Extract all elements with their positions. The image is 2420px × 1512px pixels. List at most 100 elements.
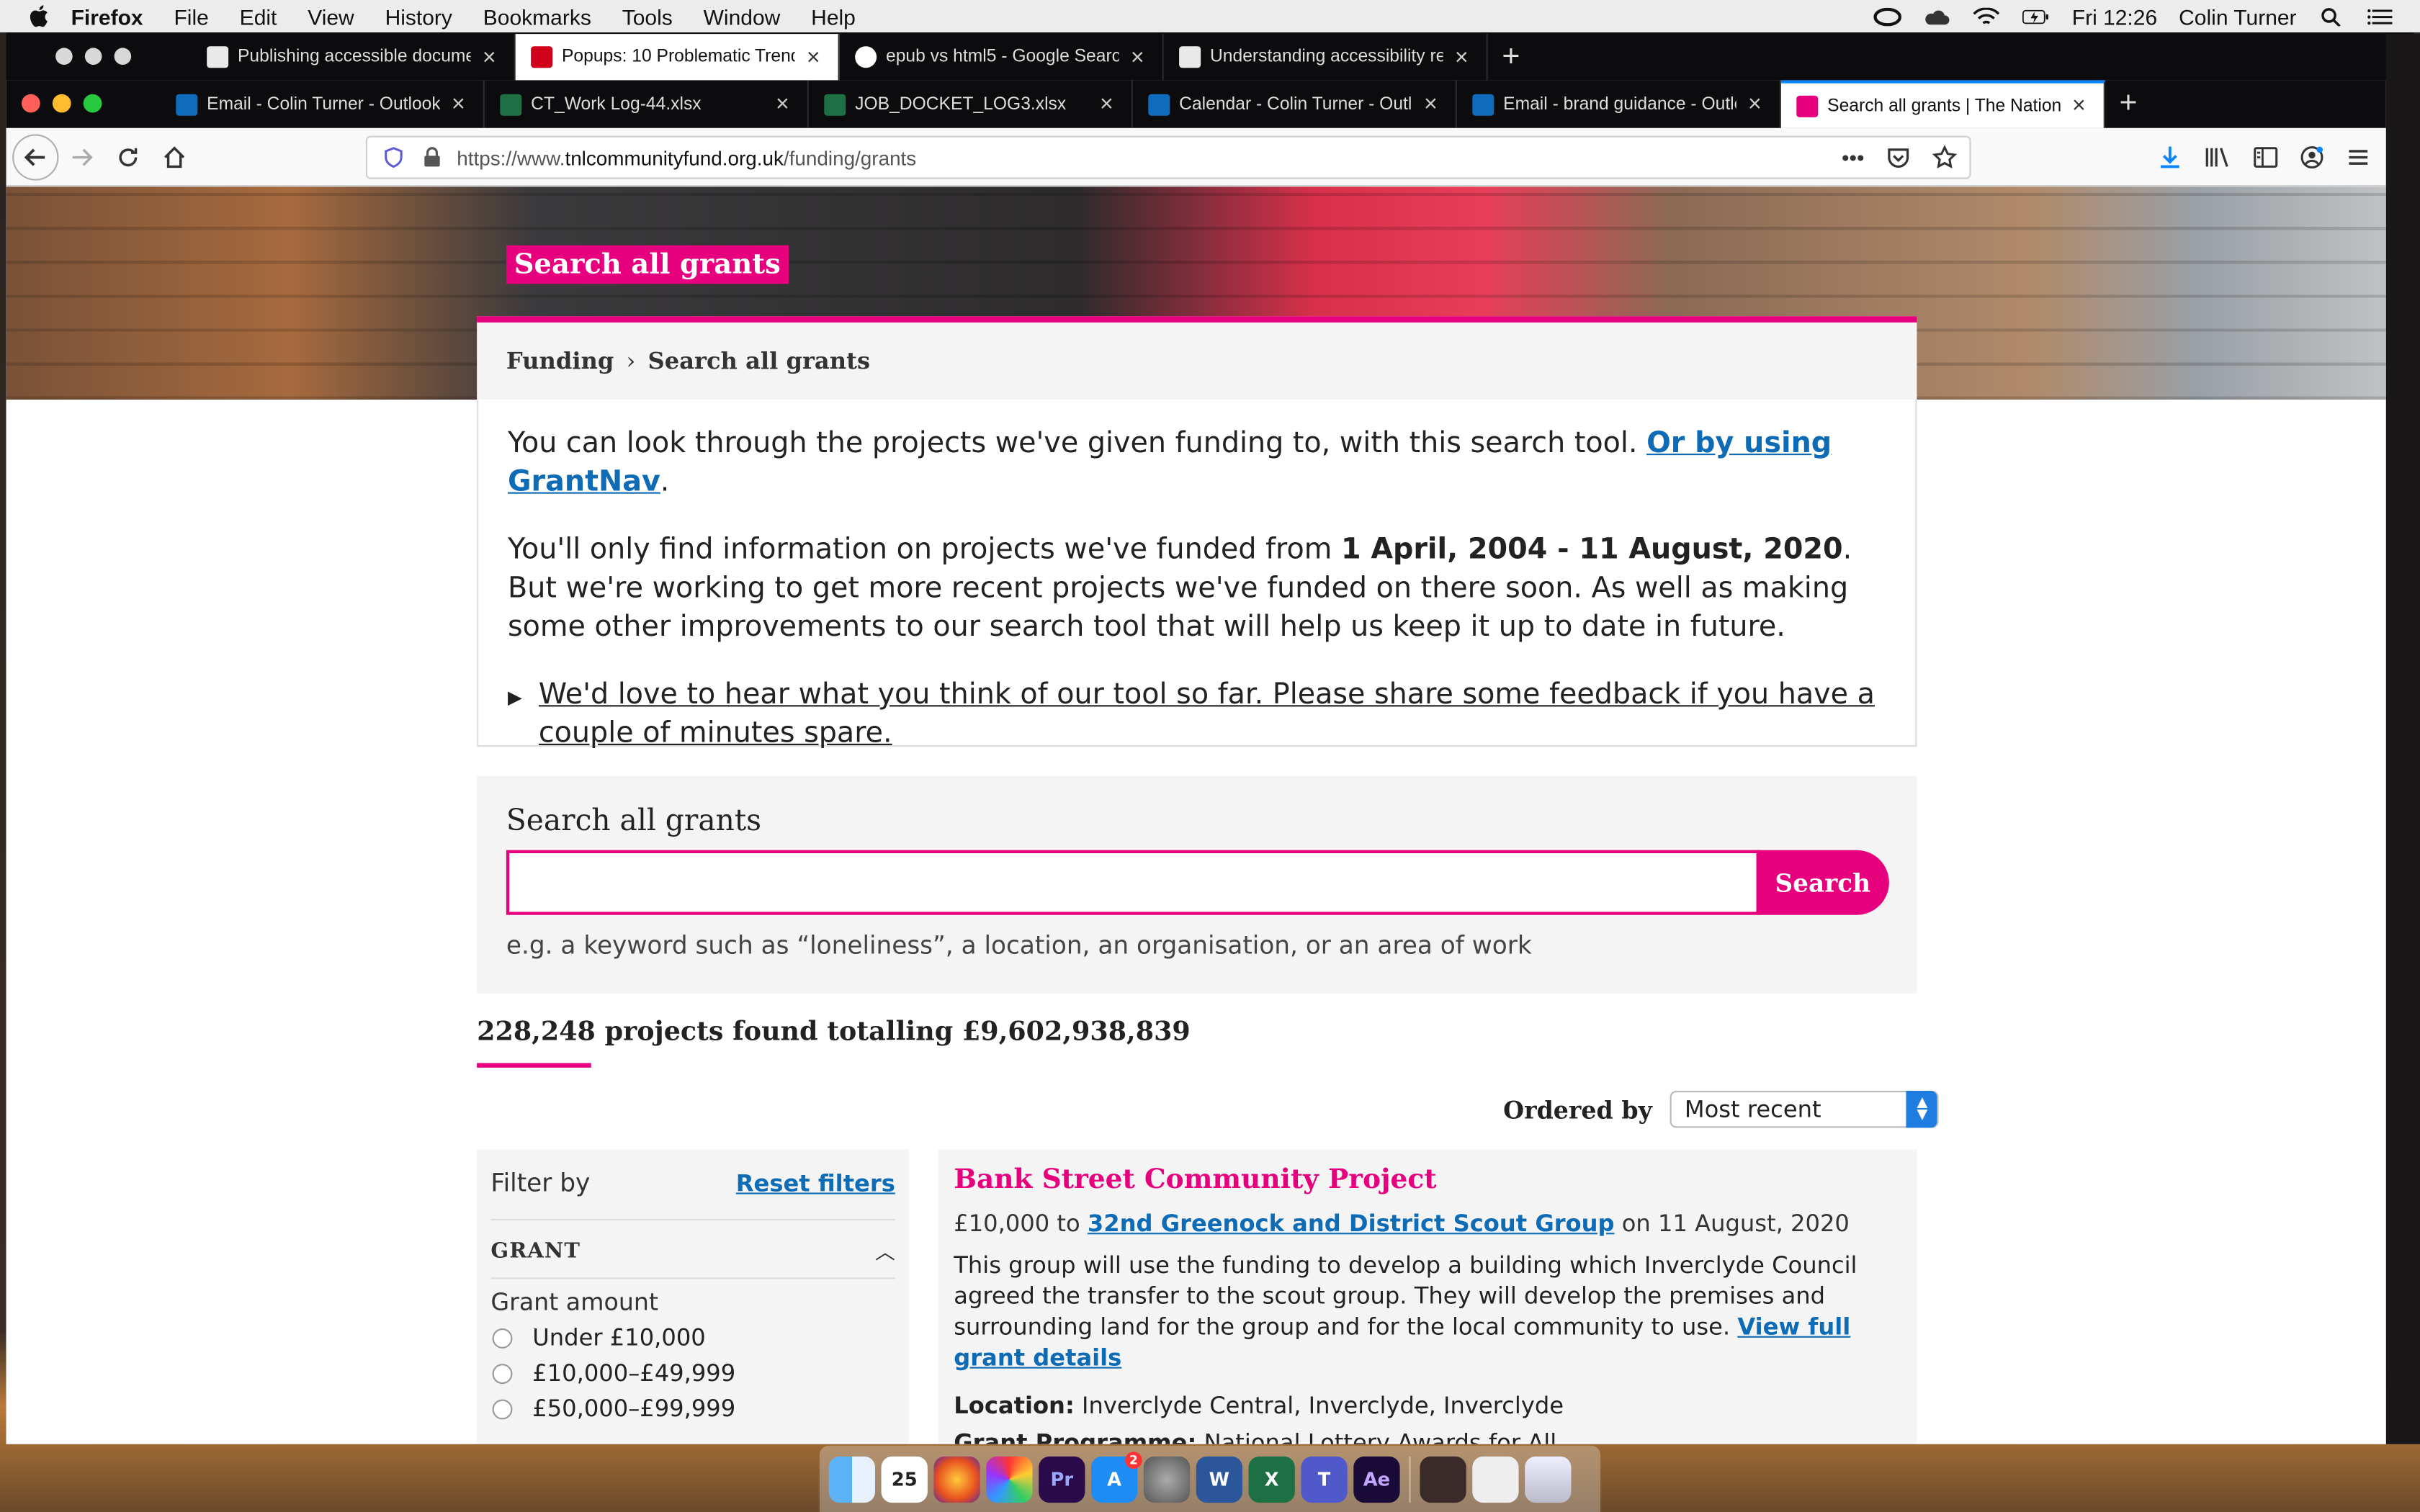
minimize-window-button[interactable] bbox=[52, 94, 71, 113]
wifi-icon[interactable] bbox=[1973, 6, 2002, 26]
tab-title: JOB_DOCKET_LOG3.xlsx bbox=[855, 94, 1067, 114]
tab-ct-work-log[interactable]: CT_Work Log-44.xlsx × bbox=[485, 80, 809, 128]
forward-arrow-icon bbox=[72, 148, 93, 166]
home-button[interactable] bbox=[151, 133, 197, 179]
home-icon bbox=[164, 145, 185, 168]
finder-icon[interactable] bbox=[828, 1455, 875, 1503]
menu-bookmarks[interactable]: Bookmarks bbox=[483, 4, 591, 28]
sidebar-icon[interactable] bbox=[2254, 145, 2278, 169]
firefox-icon[interactable] bbox=[933, 1455, 980, 1503]
word-icon[interactable]: W bbox=[1196, 1455, 1242, 1503]
navigation-toolbar: https://www.tnlcommunityfund.org.uk/fund… bbox=[6, 127, 2386, 187]
back-tab-active[interactable]: Popups: 10 Problematic Trends × bbox=[515, 34, 840, 81]
feedback-disclosure[interactable]: ▶ We'd love to hear what you think of ou… bbox=[508, 676, 1886, 753]
menubar-clock[interactable]: Fri 12:26 bbox=[2072, 4, 2157, 28]
menu-file[interactable]: File bbox=[174, 4, 208, 28]
recipient-link[interactable]: 32nd Greenock and District Scout Group bbox=[1088, 1210, 1615, 1238]
acrobat-icon[interactable] bbox=[1420, 1455, 1466, 1503]
tab-search-grants[interactable]: Search all grants | The National × bbox=[1780, 80, 2105, 128]
grant-amount-option[interactable]: £50,000–£99,999 bbox=[490, 1395, 895, 1423]
close-tab-icon[interactable]: × bbox=[1128, 44, 1147, 70]
padlock-icon[interactable] bbox=[423, 147, 442, 168]
close-tab-icon[interactable]: × bbox=[480, 44, 498, 70]
reset-filters-link[interactable]: Reset filters bbox=[736, 1169, 895, 1197]
documents-stack-icon[interactable] bbox=[1472, 1455, 1519, 1503]
tab-outlook-brand[interactable]: Email - brand guidance - Outlo × bbox=[1457, 80, 1781, 128]
trash-icon[interactable] bbox=[1525, 1455, 1572, 1503]
chevron-up-icon[interactable]: ︿ bbox=[875, 1236, 895, 1265]
spotlight-search-icon[interactable] bbox=[2318, 7, 2347, 26]
app-store-badge: 2 bbox=[1125, 1451, 1142, 1468]
menu-history[interactable]: History bbox=[385, 4, 452, 28]
calendar-app-icon[interactable]: 25 bbox=[881, 1455, 928, 1503]
date-range: 1 April, 2004 - 11 August, 2020 bbox=[1340, 534, 1843, 567]
photos-icon[interactable] bbox=[986, 1455, 1033, 1503]
menu-view[interactable]: View bbox=[308, 4, 354, 28]
pocket-icon[interactable] bbox=[1886, 145, 1911, 169]
close-tab-icon[interactable]: × bbox=[804, 44, 823, 70]
tab-outlook-calendar[interactable]: Calendar - Colin Turner - Outlo × bbox=[1133, 80, 1457, 128]
close-tab-icon[interactable]: × bbox=[1452, 44, 1471, 70]
close-tab-icon[interactable]: × bbox=[449, 91, 468, 117]
menu-window[interactable]: Window bbox=[704, 4, 781, 28]
address-bar[interactable]: https://www.tnlcommunityfund.org.uk/fund… bbox=[365, 135, 1971, 179]
tab-outlook-email[interactable]: Email - Colin Turner - Outlook × bbox=[161, 80, 485, 128]
breadcrumb-funding-link[interactable]: Funding bbox=[506, 347, 614, 375]
back-button[interactable] bbox=[12, 133, 59, 180]
grant-title-link[interactable]: Bank Street Community Project bbox=[954, 1165, 1901, 1196]
menu-tools[interactable]: Tools bbox=[622, 4, 673, 28]
grant-amount-option[interactable]: £10,000–£49,999 bbox=[490, 1359, 895, 1387]
url-text[interactable]: https://www.tnlcommunityfund.org.uk/fund… bbox=[457, 146, 916, 169]
back-tab[interactable]: epub vs html5 - Google Search × bbox=[840, 34, 1164, 81]
apple-menu-icon[interactable] bbox=[28, 4, 50, 27]
close-window-button[interactable] bbox=[22, 94, 40, 113]
bookmark-star-icon[interactable] bbox=[1932, 145, 1958, 169]
back-tab[interactable]: Publishing accessible documen × bbox=[192, 34, 516, 81]
account-icon[interactable] bbox=[2300, 145, 2324, 169]
radio-button[interactable] bbox=[492, 1398, 513, 1419]
notification-center-icon[interactable] bbox=[2367, 7, 2396, 26]
sort-select[interactable]: Most recent ▲ ▼ bbox=[1670, 1091, 1940, 1128]
after-effects-icon[interactable]: Ae bbox=[1353, 1455, 1400, 1503]
disclosure-triangle-icon[interactable]: ▶ bbox=[508, 676, 539, 753]
tab-job-docket[interactable]: JOB_DOCKET_LOG3.xlsx × bbox=[809, 80, 1133, 128]
new-tab-button[interactable]: + bbox=[2105, 80, 2151, 127]
sort-control: Ordered by Most recent ▲ ▼ bbox=[1503, 1091, 1940, 1128]
radio-button[interactable] bbox=[492, 1363, 513, 1384]
battery-icon[interactable] bbox=[2022, 7, 2051, 26]
premiere-pro-icon[interactable]: Pr bbox=[1039, 1455, 1085, 1503]
page-actions-icon[interactable]: ••• bbox=[1842, 145, 1865, 169]
menu-help[interactable]: Help bbox=[811, 4, 856, 28]
menubar-user[interactable]: Colin Turner bbox=[2179, 4, 2296, 28]
library-icon[interactable] bbox=[2204, 145, 2232, 169]
close-tab-icon[interactable]: × bbox=[1422, 91, 1440, 117]
hamburger-menu-icon[interactable] bbox=[2346, 145, 2370, 169]
search-input[interactable] bbox=[506, 850, 1760, 915]
teams-icon[interactable]: T bbox=[1301, 1455, 1348, 1503]
close-tab-icon[interactable]: × bbox=[1746, 91, 1765, 117]
system-preferences-icon[interactable] bbox=[1143, 1455, 1191, 1503]
grant-section-toggle[interactable]: GRANT ︿ bbox=[490, 1218, 895, 1265]
downloads-icon[interactable] bbox=[2158, 145, 2182, 169]
search-button[interactable]: Search bbox=[1756, 850, 1889, 915]
icloud-icon[interactable] bbox=[1924, 7, 1952, 26]
close-tab-icon[interactable]: × bbox=[774, 91, 792, 117]
reload-button[interactable] bbox=[105, 133, 151, 179]
radio-button[interactable] bbox=[492, 1327, 513, 1348]
forward-button[interactable] bbox=[58, 133, 104, 179]
close-tab-icon[interactable]: × bbox=[1098, 91, 1116, 117]
app-store-icon[interactable]: A2 bbox=[1091, 1451, 1142, 1503]
new-tab-button[interactable]: + bbox=[1488, 34, 1534, 81]
menu-app-firefox[interactable]: Firefox bbox=[71, 4, 143, 28]
creative-cloud-icon[interactable] bbox=[1874, 6, 1903, 26]
close-tab-icon[interactable]: × bbox=[2070, 93, 2089, 119]
grant-amount-option[interactable]: Under £10,000 bbox=[490, 1324, 895, 1351]
back-tab[interactable]: Understanding accessibility req × bbox=[1164, 34, 1488, 81]
menu-edit[interactable]: Edit bbox=[240, 4, 277, 28]
zoom-window-button[interactable] bbox=[83, 94, 102, 113]
excel-app-icon[interactable]: X bbox=[1248, 1455, 1295, 1503]
select-arrows-icon[interactable]: ▲ ▼ bbox=[1906, 1091, 1938, 1128]
search-heading: Search all grants bbox=[506, 804, 762, 838]
tracking-protection-shield-icon[interactable] bbox=[382, 147, 404, 168]
feedback-link[interactable]: We'd love to hear what you think of our … bbox=[539, 676, 1886, 753]
